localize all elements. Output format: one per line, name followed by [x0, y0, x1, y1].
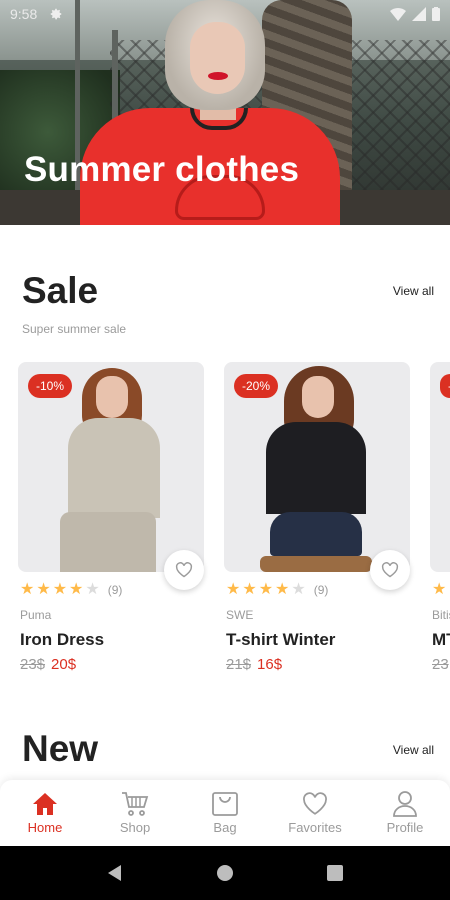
hero-model: [80, 0, 340, 225]
profile-icon: [391, 790, 419, 818]
home-icon: [31, 790, 59, 818]
star-icon: ★: [258, 581, 274, 598]
model-face: [96, 376, 128, 418]
product-image[interactable]: -: [430, 362, 450, 572]
favorite-button[interactable]: [164, 550, 204, 590]
product-prices: 23: [432, 656, 449, 673]
product-image[interactable]: -20%: [224, 362, 410, 572]
star-icon: ★: [20, 581, 35, 598]
star-icon: ★: [432, 581, 447, 598]
discount-badge: -: [440, 374, 450, 398]
model-jacket: [68, 418, 160, 518]
product-name[interactable]: Iron Dress: [20, 630, 104, 650]
star-icon: ★: [242, 581, 257, 598]
old-price: 23$: [20, 656, 46, 673]
discount-badge: -20%: [234, 374, 279, 398]
nav-label-favorites: Favorites: [288, 820, 342, 835]
app-root: Summer clothes 9:58 Sale View all Super …: [0, 0, 450, 900]
model-jeans: [270, 512, 362, 556]
battery-icon: [432, 7, 440, 21]
hero-title: Summer clothes: [24, 150, 300, 189]
product-name[interactable]: T-shirt Winter: [226, 630, 335, 650]
nav-label-shop: Shop: [119, 820, 151, 835]
nav-item-shop[interactable]: Shop: [90, 780, 180, 846]
old-price: 21$: [226, 656, 252, 673]
rating: ★ ★ ★ ★ ★ (9): [20, 582, 122, 598]
product-name[interactable]: MT: [432, 630, 450, 650]
hero-model-lips: [208, 72, 228, 80]
gear-icon: [51, 8, 62, 20]
new-title: New: [22, 728, 99, 769]
star-icon: ★: [36, 581, 51, 598]
nav-item-bag[interactable]: Bag: [180, 780, 270, 846]
nav-item-favorites[interactable]: Favorites: [270, 780, 360, 846]
rating: ★ ★ ★ ★ ★ (9): [226, 582, 328, 598]
bag-icon: [211, 790, 239, 818]
recents-icon[interactable]: [326, 864, 344, 882]
product-image[interactable]: -10%: [18, 362, 204, 572]
home-circle-icon[interactable]: [216, 864, 234, 882]
star-icon: ★: [52, 581, 68, 598]
heart-icon: [301, 790, 329, 818]
product-brand: Bitis: [432, 608, 450, 622]
sale-subtitle: Super summer sale: [22, 322, 127, 336]
hero-model-face: [190, 22, 245, 94]
sale-price: 20$: [51, 656, 77, 673]
star-empty-icon: ★: [85, 581, 100, 598]
status-icons: [390, 7, 440, 21]
discount-badge: -10%: [28, 374, 73, 398]
star-icon: ★: [69, 581, 84, 598]
rating: ★: [432, 582, 446, 598]
nav-label-profile: Profile: [386, 820, 424, 835]
product-brand: Puma: [20, 608, 52, 622]
review-count: (9): [313, 583, 329, 597]
product-prices: 21$ 16$: [226, 656, 282, 673]
nav-label-home: Home: [27, 820, 63, 835]
star-icon: ★: [226, 581, 241, 598]
sale-price: 16$: [257, 656, 283, 673]
system-navigation-bar: [0, 846, 450, 900]
wifi-icon: [390, 8, 406, 21]
product-card[interactable]: -20% ★ ★ ★ ★ ★ (9) SWE T-shirt Winter 21…: [224, 362, 410, 673]
heart-icon: [381, 562, 399, 578]
signal-icon: [412, 7, 426, 21]
model-face: [302, 376, 334, 418]
status-bar: 9:58: [0, 0, 450, 28]
old-price: 23: [432, 656, 449, 673]
status-time: 9:58: [10, 6, 38, 22]
cart-icon: [121, 790, 149, 818]
sale-title: Sale: [22, 270, 99, 311]
model-skirt: [60, 512, 156, 572]
product-card[interactable]: -10% ★ ★ ★ ★ ★ (9) Puma Iron Dress 23$ 20…: [18, 362, 204, 673]
hero-banner[interactable]: Summer clothes: [0, 0, 450, 225]
back-icon[interactable]: [106, 864, 124, 882]
product-brand: SWE: [226, 608, 254, 622]
star-icon: ★: [275, 581, 290, 598]
product-card[interactable]: - ★ Bitis MT 23: [430, 362, 450, 673]
bottom-navigation: Home Shop Bag Favorites Profile: [0, 780, 450, 846]
model-stool: [260, 556, 372, 572]
model-shirt: [266, 422, 366, 514]
nav-label-bag: Bag: [213, 820, 237, 835]
favorite-button[interactable]: [370, 550, 410, 590]
product-prices: 23$ 20$: [20, 656, 76, 673]
review-count: (9): [107, 583, 123, 597]
nav-item-home[interactable]: Home: [0, 780, 90, 846]
sale-product-carousel[interactable]: -10% ★ ★ ★ ★ ★ (9) Puma Iron Dress 23$ 20…: [18, 362, 450, 682]
new-view-all-link[interactable]: View all: [393, 743, 434, 757]
star-empty-icon: ★: [291, 581, 306, 598]
sale-view-all-link[interactable]: View all: [393, 284, 434, 298]
nav-item-profile[interactable]: Profile: [360, 780, 450, 846]
heart-icon: [175, 562, 193, 578]
